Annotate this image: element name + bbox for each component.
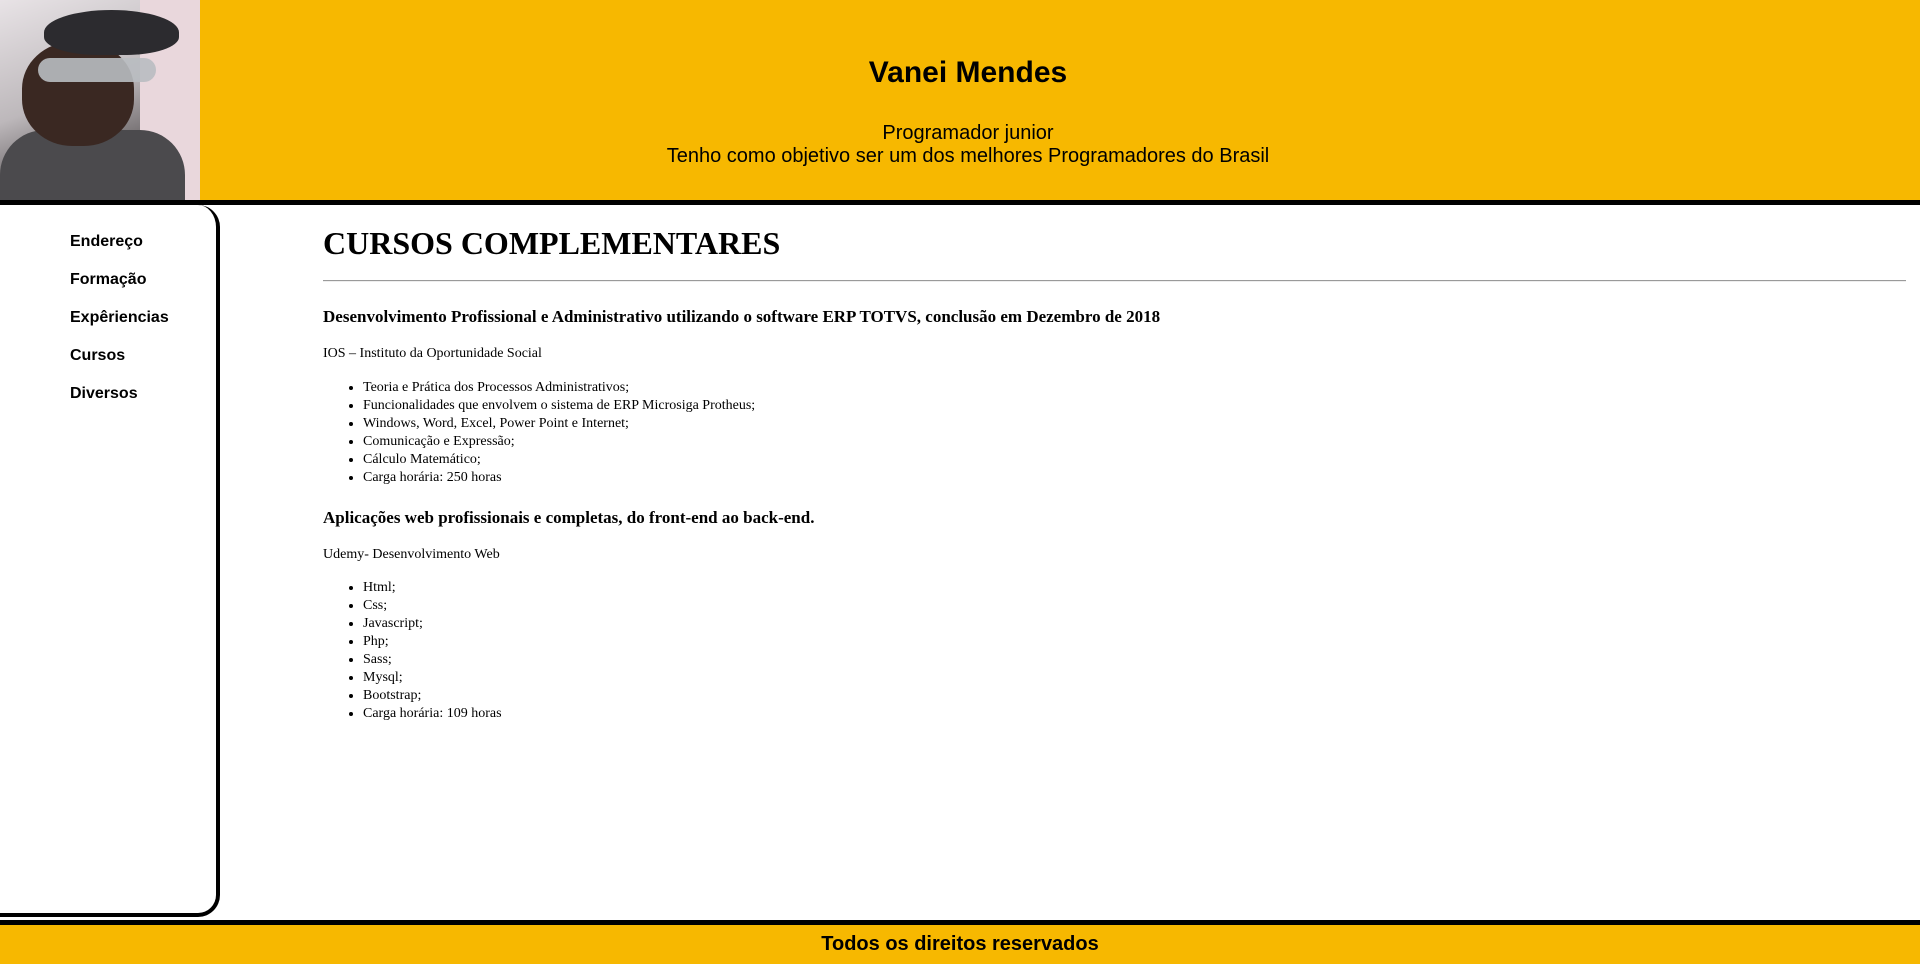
course-institution: Udemy- Desenvolvimento Web xyxy=(323,547,500,562)
course-topics-list: Html; Css; Javascript; Php; Sass; Mysql;… xyxy=(323,579,502,723)
list-item: Mysql; xyxy=(363,669,502,687)
course-topics-list: Teoria e Prática dos Processos Administr… xyxy=(323,379,755,487)
sidebar-item-experiencias[interactable]: Expêriencias xyxy=(70,309,169,327)
list-item: Html; xyxy=(363,579,502,597)
page-header: Vanei Mendes Programador junior Tenho co… xyxy=(0,0,1920,205)
list-item: Carga horária: 109 horas xyxy=(363,705,502,723)
list-item: Funcionalidades que envolvem o sistema d… xyxy=(363,397,755,415)
profile-goal: Tenho como objetivo ser um dos melhores … xyxy=(666,145,1270,167)
list-item: Css; xyxy=(363,597,502,615)
course-institution: IOS – Instituto da Oportunidade Social xyxy=(323,346,542,361)
list-item: Comunicação e Expressão; xyxy=(363,433,755,451)
page-title: CURSOS COMPLEMENTARES xyxy=(323,225,781,261)
page-footer: Todos os direitos reservados xyxy=(0,920,1920,964)
list-item: Carga horária: 250 horas xyxy=(363,469,755,487)
list-item: Windows, Word, Excel, Power Point e Inte… xyxy=(363,415,755,433)
sidebar-item-formacao[interactable]: Formação xyxy=(70,271,146,289)
sidebar-item-endereco[interactable]: Endereço xyxy=(70,233,143,251)
profile-name: Vanei Mendes xyxy=(868,56,1068,89)
course-title: Desenvolvimento Profissional e Administr… xyxy=(323,307,1161,326)
list-item: Sass; xyxy=(363,651,502,669)
sidebar-item-diversos[interactable]: Diversos xyxy=(70,385,138,403)
profile-role: Programador junior xyxy=(882,122,1054,144)
sidebar-item-cursos[interactable]: Cursos xyxy=(70,347,125,365)
list-item: Cálculo Matemático; xyxy=(363,451,755,469)
list-item: Bootstrap; xyxy=(363,687,502,705)
course-title: Aplicações web profissionais e completas… xyxy=(323,508,815,527)
profile-photo xyxy=(0,0,200,200)
list-item: Javascript; xyxy=(363,615,502,633)
footer-text: Todos os direitos reservados xyxy=(821,933,1099,955)
sidebar-nav: Endereço Formação Expêriencias Cursos Di… xyxy=(0,205,220,917)
header-text: Vanei Mendes Programador junior Tenho co… xyxy=(200,0,1736,200)
list-item: Php; xyxy=(363,633,502,651)
list-item: Teoria e Prática dos Processos Administr… xyxy=(363,379,755,397)
title-divider xyxy=(323,280,1906,282)
